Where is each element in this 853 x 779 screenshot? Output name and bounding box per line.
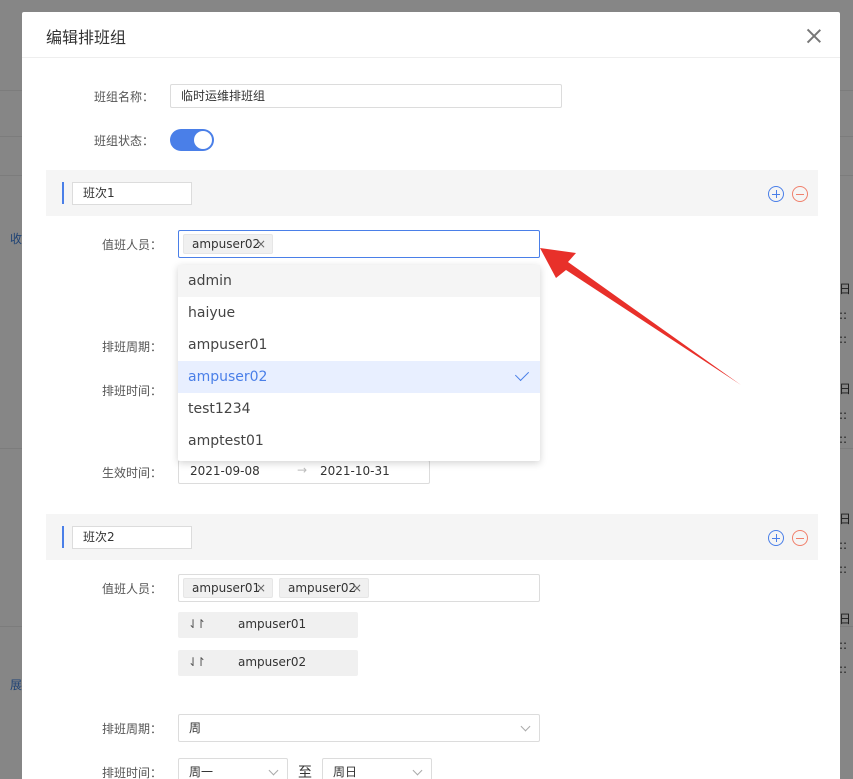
- shift-1-staff-label: 值班人员：: [101, 238, 162, 252]
- close-icon[interactable]: [806, 28, 822, 44]
- staff-tag-label: ampuser02: [288, 581, 357, 595]
- dropdown-option[interactable]: ampuser01: [178, 329, 540, 361]
- shift-1-time-label: 排班时间：: [101, 384, 162, 398]
- cycle-value: 周: [189, 721, 202, 735]
- shift-2-cycle-label: 排班周期：: [101, 722, 162, 736]
- shift-2-name-input[interactable]: 班次2: [72, 526, 192, 549]
- check-icon: [514, 366, 530, 382]
- shift-2-time-from-select[interactable]: 周一: [178, 758, 288, 779]
- option-label: admin: [188, 273, 232, 289]
- section-accent: [62, 526, 64, 548]
- date-start: 2021-09-08: [190, 464, 260, 478]
- dropdown-option[interactable]: haiyue: [178, 297, 540, 329]
- option-label: test1234: [188, 401, 251, 417]
- staff-order-name: ampuser01: [238, 617, 307, 631]
- chevron-down-icon: [520, 721, 531, 732]
- option-label: haiyue: [188, 305, 236, 321]
- dropdown-option[interactable]: amptest01: [178, 425, 540, 457]
- shift-2-staff-select[interactable]: ampuser01 × ampuser02 ×: [178, 574, 540, 602]
- shift-2-header: 班次2: [46, 514, 818, 560]
- shift-1-effective-label: 生效时间：: [101, 466, 162, 480]
- group-status-label: 班组状态：: [93, 134, 154, 148]
- date-end: 2021-10-31: [320, 464, 390, 478]
- minus-circle-icon[interactable]: [792, 186, 808, 202]
- staff-tag: ampuser02 ×: [183, 234, 273, 254]
- plus-circle-icon[interactable]: [768, 186, 784, 202]
- dropdown-option[interactable]: ampuser02: [178, 361, 540, 393]
- date-arrow: →: [297, 463, 308, 477]
- edit-shift-group-dialog: 编辑排班组 班组名称： 临时运维排班组 班组状态： 班次1 值班人员： ampu…: [22, 12, 840, 779]
- shift-1-staff-select[interactable]: ampuser02 ×: [178, 230, 540, 258]
- toggle-knob: [194, 131, 212, 149]
- time-to-separator: 至: [298, 765, 312, 779]
- shift-2-time-label: 排班时间：: [101, 766, 162, 779]
- staff-tag: ampuser01 ×: [183, 578, 273, 598]
- shift-1-name-input[interactable]: 班次1: [72, 182, 192, 205]
- time-from-value: 周一: [189, 765, 214, 779]
- staff-tag-label: ampuser02: [192, 237, 261, 251]
- sort-icon[interactable]: ⇃↾: [188, 617, 206, 631]
- shift-2-staff-label: 值班人员：: [101, 582, 162, 596]
- shift-2-time-to-select[interactable]: 周日: [322, 758, 432, 779]
- minus-circle-icon[interactable]: [792, 530, 808, 546]
- group-status-toggle[interactable]: [170, 129, 214, 151]
- option-label: ampuser01: [188, 337, 268, 353]
- group-name-label: 班组名称：: [93, 90, 154, 104]
- chevron-down-icon: [268, 765, 279, 776]
- dialog-title: 编辑排班组: [46, 28, 127, 47]
- tag-close-icon[interactable]: ×: [352, 579, 362, 597]
- staff-order-name: ampuser02: [238, 655, 307, 669]
- staff-order-row[interactable]: ⇃↾ ampuser01: [178, 612, 358, 638]
- time-to-value: 周日: [333, 765, 358, 779]
- tag-close-icon[interactable]: ×: [256, 579, 266, 597]
- chevron-down-icon: [412, 765, 423, 776]
- shift-1-header: 班次1: [46, 170, 818, 216]
- staff-tag: ampuser02 ×: [279, 578, 369, 598]
- dropdown-option[interactable]: admin: [178, 265, 540, 297]
- option-label: amptest01: [188, 433, 264, 449]
- dialog-header: 编辑排班组: [22, 12, 840, 58]
- shift-1-date-range[interactable]: 2021-09-08 → 2021-10-31: [178, 460, 430, 484]
- staff-tag-label: ampuser01: [192, 581, 261, 595]
- staff-dropdown: admin haiyue ampuser01 ampuser02 test123…: [178, 265, 540, 461]
- group-name-input[interactable]: 临时运维排班组: [170, 84, 562, 108]
- dropdown-option[interactable]: test1234: [178, 393, 540, 425]
- plus-circle-icon[interactable]: [768, 530, 784, 546]
- tag-close-icon[interactable]: ×: [256, 235, 266, 253]
- section-accent: [62, 182, 64, 204]
- sort-icon[interactable]: ⇃↾: [188, 655, 206, 669]
- shift-2-cycle-select[interactable]: 周: [178, 714, 540, 742]
- staff-order-row[interactable]: ⇃↾ ampuser02: [178, 650, 358, 676]
- option-label: ampuser02: [188, 369, 268, 385]
- shift-1-cycle-label: 排班周期：: [101, 340, 162, 354]
